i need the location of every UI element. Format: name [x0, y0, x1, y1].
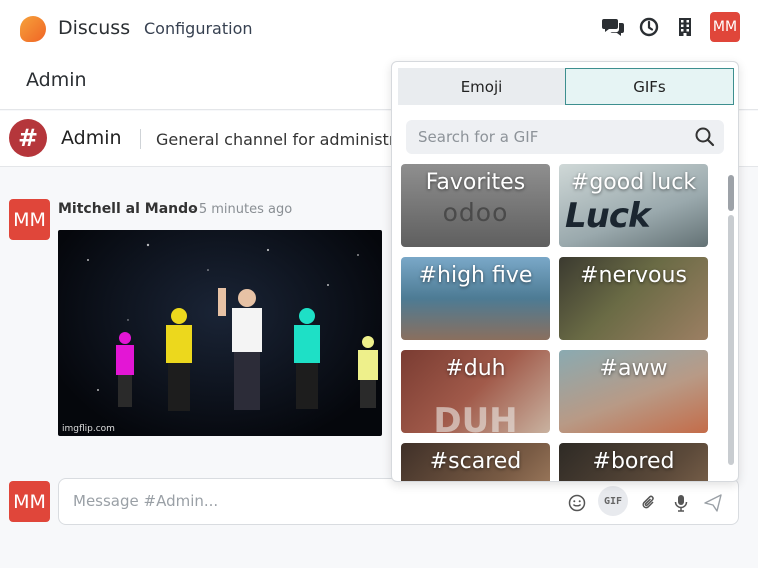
gif-picker-popover: Emoji GIFs odoo Favorites Luck #good luc…: [391, 61, 739, 482]
chat-icon[interactable]: [602, 16, 624, 38]
tile-label: Favorites: [425, 170, 526, 195]
tab-gifs[interactable]: GIFs: [565, 68, 734, 105]
tile-label: #nervous: [580, 263, 687, 288]
top-navbar: Discuss Configuration MM: [0, 0, 758, 58]
message-gif-image[interactable]: imgflip.com: [58, 230, 382, 436]
gif-search-input[interactable]: [418, 128, 678, 146]
systray: MM: [602, 12, 740, 42]
message-composer: GIF: [58, 478, 739, 525]
paperclip-icon[interactable]: [638, 492, 660, 514]
search-icon[interactable]: [694, 126, 716, 148]
breadcrumb-title: Admin: [26, 69, 87, 91]
channel-avatar: #: [9, 119, 47, 157]
gif-search-box: [406, 120, 724, 154]
tab-emoji[interactable]: Emoji: [398, 68, 565, 105]
tile-label: #high five: [418, 263, 533, 288]
gif-credit: imgflip.com: [62, 424, 115, 434]
clock-icon[interactable]: [638, 16, 660, 38]
discuss-logo-icon[interactable]: [20, 16, 46, 42]
app-name[interactable]: Discuss: [58, 17, 130, 39]
duh-artwork-icon: DUH: [433, 401, 518, 433]
gif-category-tile[interactable]: DUH #duh: [401, 350, 550, 433]
composer-toolbar: GIF: [566, 486, 724, 516]
picker-scrollbar[interactable]: [726, 165, 736, 481]
microphone-icon[interactable]: [670, 492, 692, 514]
odoo-logo-icon: odoo: [442, 198, 509, 227]
tile-label: #bored: [592, 449, 675, 474]
user-avatar[interactable]: MM: [710, 12, 740, 42]
gif-category-tile[interactable]: #nervous: [559, 257, 708, 340]
gif-category-tile[interactable]: Luck #good luck: [559, 164, 708, 247]
scrollbar-thumb[interactable]: [728, 175, 734, 211]
tile-label: #scared: [429, 449, 522, 474]
gif-category-tile[interactable]: odoo Favorites: [401, 164, 550, 247]
send-icon[interactable]: [702, 492, 724, 514]
gif-category-tile[interactable]: #bored: [559, 443, 708, 481]
tile-label: #duh: [445, 356, 506, 381]
channel-name[interactable]: Admin: [61, 127, 122, 149]
message-timestamp: - 5 minutes ago: [190, 202, 293, 217]
tile-label: #good luck: [570, 170, 697, 195]
message-author[interactable]: Mitchell al Mando: [58, 201, 198, 217]
channel-description[interactable]: General channel for administrato: [156, 130, 421, 149]
luck-artwork-icon: Luck: [565, 196, 651, 236]
emoji-icon[interactable]: [566, 492, 588, 514]
gif-category-tile[interactable]: #aww: [559, 350, 708, 433]
gif-category-tile[interactable]: #high five: [401, 257, 550, 340]
gif-button[interactable]: GIF: [598, 486, 628, 516]
scrollbar-track[interactable]: [728, 215, 734, 465]
tile-label: #aww: [599, 356, 668, 381]
menu-configuration[interactable]: Configuration: [144, 19, 253, 38]
gif-category-tile[interactable]: #scared: [401, 443, 550, 481]
composer-avatar: MM: [9, 481, 50, 522]
dancing-gif-graphic: [87, 243, 378, 411]
divider: [140, 129, 141, 149]
picker-tabs: Emoji GIFs: [398, 68, 734, 105]
author-avatar[interactable]: MM: [9, 199, 50, 240]
message-input[interactable]: [73, 492, 573, 510]
gif-category-grid: odoo Favorites Luck #good luck #high fiv…: [401, 164, 709, 481]
building-icon[interactable]: [674, 16, 696, 38]
